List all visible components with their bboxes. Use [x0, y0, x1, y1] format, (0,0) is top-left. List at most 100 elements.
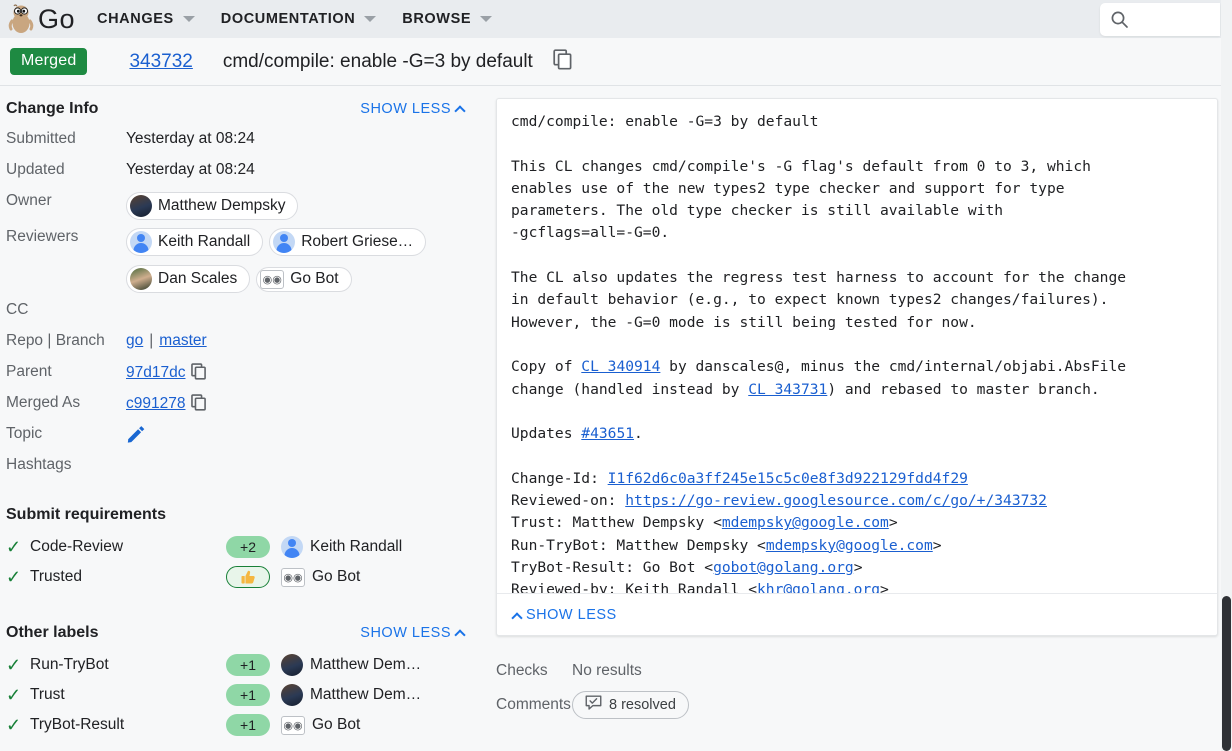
reviewed-by-email-link[interactable]: khr@golang.org — [757, 581, 880, 593]
trybot-result-email-link[interactable]: gobot@golang.org — [713, 559, 854, 576]
reviewed-on-link[interactable]: https://go-review.googlesource.com/c/go/… — [625, 492, 1047, 509]
trybot-result-suffix: > — [853, 558, 863, 576]
checks-row: Checks No results — [496, 654, 1218, 688]
metadata-row-owner: Owner Matthew Dempsky — [6, 188, 482, 223]
updates-suffix: . — [634, 425, 643, 443]
brand[interactable]: Go — [8, 4, 75, 35]
run-trybot-suffix: > — [932, 536, 942, 554]
reviewer-name: Robert Griese… — [301, 233, 414, 250]
copy-icon[interactable] — [191, 363, 207, 382]
voter[interactable]: Keith Randall — [281, 536, 402, 558]
nav-label-documentation: DOCUMENTATION — [220, 11, 356, 27]
reviewer-chip[interactable]: Dan Scales — [126, 265, 251, 293]
trust-suffix: > — [888, 514, 898, 532]
change-info-title: Change Info — [6, 100, 99, 117]
commit-show-less-button[interactable]: SHOW LESS — [511, 607, 635, 624]
nav-item-browse[interactable]: BROWSE — [402, 11, 493, 27]
label-name: Trust — [30, 686, 65, 703]
reviewer-name: Keith Randall — [158, 233, 251, 250]
reviewer-chip[interactable]: Robert Griese… — [269, 228, 427, 256]
page-scrollbar[interactable] — [1221, 0, 1232, 751]
issue-43651-link[interactable]: #43651 — [581, 425, 634, 442]
other-labels-title: Other labels — [6, 624, 99, 641]
change-info-show-less-button[interactable]: SHOW LESS — [360, 101, 482, 117]
copy-icon[interactable] — [191, 394, 207, 413]
chevron-up-icon — [454, 105, 466, 117]
brand-title: Go — [38, 3, 76, 34]
chevron-down-icon[interactable] — [182, 16, 195, 22]
commit-card-footer: SHOW LESS — [497, 593, 1217, 635]
change-info-header: Change Info SHOW LESS — [6, 100, 482, 118]
parent-commit-link[interactable]: 97d17dc — [126, 364, 185, 382]
commit-copy-prefix: Copy of — [511, 358, 582, 376]
repo-branch-label: Repo | Branch — [6, 332, 105, 349]
change-number-link[interactable]: 343732 — [129, 51, 192, 73]
metadata-row-submitted: Submitted Yesterday at 08:24 — [6, 126, 482, 156]
topic-label: Topic — [6, 425, 43, 442]
trust-email-link[interactable]: mdempsky@google.com — [722, 514, 889, 531]
change-subject: cmd/compile: enable -G=3 by default — [222, 50, 533, 72]
nav-item-documentation[interactable]: DOCUMENTATION — [221, 11, 377, 27]
chevron-up-icon — [454, 629, 466, 641]
avatar — [130, 268, 152, 290]
submit-requirements-header: Submit requirements — [6, 506, 482, 524]
check-icon: ✓ — [6, 715, 22, 735]
repo-link[interactable]: go — [126, 332, 143, 350]
other-labels-show-less-button[interactable]: SHOW LESS — [360, 625, 482, 641]
voter[interactable]: Matthew Dem… — [281, 654, 421, 676]
metadata-row-repo-branch: Repo | Branch go | master — [6, 328, 482, 358]
reviewed-by-suffix: > — [880, 581, 889, 593]
scrollbar-thumb[interactable] — [1222, 596, 1231, 751]
avatar — [281, 654, 303, 676]
label-row-trust: ✓ Trust +1 Matthew Dem… — [6, 680, 482, 710]
submitted-value: Yesterday at 08:24 — [126, 130, 255, 147]
check-icon: ✓ — [6, 685, 22, 705]
commit-message-panel: cmd/compile: enable -G=3 by default This… — [492, 86, 1232, 751]
reviewer-name: Dan Scales — [158, 270, 238, 287]
metadata-row-updated: Updated Yesterday at 08:24 — [6, 157, 482, 187]
other-labels-show-less-label: SHOW LESS — [360, 625, 451, 641]
thumbs-up-vote-pill[interactable] — [226, 566, 270, 588]
owner-chip[interactable]: Matthew Dempsky — [126, 192, 299, 220]
repo-branch-separator: | — [149, 332, 154, 349]
vote-pill[interactable]: +1 — [226, 684, 270, 706]
search-icon — [1110, 10, 1129, 34]
reviewer-name: Go Bot — [290, 270, 339, 287]
chevron-down-icon[interactable] — [480, 16, 493, 22]
label-name: Run-TryBot — [30, 656, 109, 673]
voter[interactable]: ◉◉ Go Bot — [281, 715, 360, 735]
comments-resolved-badge[interactable]: 8 resolved — [572, 691, 689, 719]
bot-avatar-icon: ◉◉ — [281, 567, 305, 587]
reviewer-chip[interactable]: ◉◉ Go Bot — [256, 266, 352, 292]
branch-link[interactable]: master — [159, 332, 206, 350]
commit-message-text: cmd/compile: enable -G=3 by default This… — [511, 111, 1203, 593]
change-metadata-sidebar: Change Info SHOW LESS Submitted Yesterda… — [0, 86, 492, 751]
comments-row: Comments 8 resolved — [496, 688, 1218, 722]
page-body: Change Info SHOW LESS Submitted Yesterda… — [0, 86, 1232, 751]
run-trybot-email-link[interactable]: mdempsky@google.com — [766, 537, 933, 554]
chevron-down-icon[interactable] — [364, 16, 377, 22]
reviewer-chip[interactable]: Keith Randall — [126, 228, 264, 256]
vote-pill[interactable]: +1 — [226, 714, 270, 736]
nav-label-changes: CHANGES — [97, 11, 174, 27]
bot-avatar-icon: ◉◉ — [281, 715, 305, 735]
voter-name: Keith Randall — [310, 538, 403, 555]
voter[interactable]: Matthew Dem… — [281, 684, 421, 706]
commit-message-card: cmd/compile: enable -G=3 by default This… — [496, 98, 1218, 636]
nav-item-changes[interactable]: CHANGES — [97, 11, 195, 27]
search-input[interactable] — [1100, 3, 1220, 36]
voter[interactable]: ◉◉ Go Bot — [281, 567, 360, 587]
label-row-trybot-result: ✓ TryBot-Result +1 ◉◉ Go Bot — [6, 710, 482, 740]
status-badge: Merged — [10, 48, 88, 75]
checks-value: No results — [572, 662, 642, 679]
vote-pill[interactable]: +2 — [226, 536, 270, 558]
change-id-link[interactable]: I1f62d6c0a3ff245e15c5c0e8f3d922129fdd4f2… — [608, 470, 968, 487]
bot-avatar-icon: ◉◉ — [260, 269, 285, 289]
cl-343731-link[interactable]: CL 343731 — [748, 381, 827, 398]
merged-as-commit-link[interactable]: c991278 — [126, 395, 185, 413]
pencil-icon[interactable] — [126, 425, 145, 449]
cl-340914-link[interactable]: CL 340914 — [581, 358, 660, 375]
copy-icon[interactable] — [553, 48, 573, 75]
requirement-name: Code-Review — [30, 538, 124, 555]
vote-pill[interactable]: +1 — [226, 654, 270, 676]
